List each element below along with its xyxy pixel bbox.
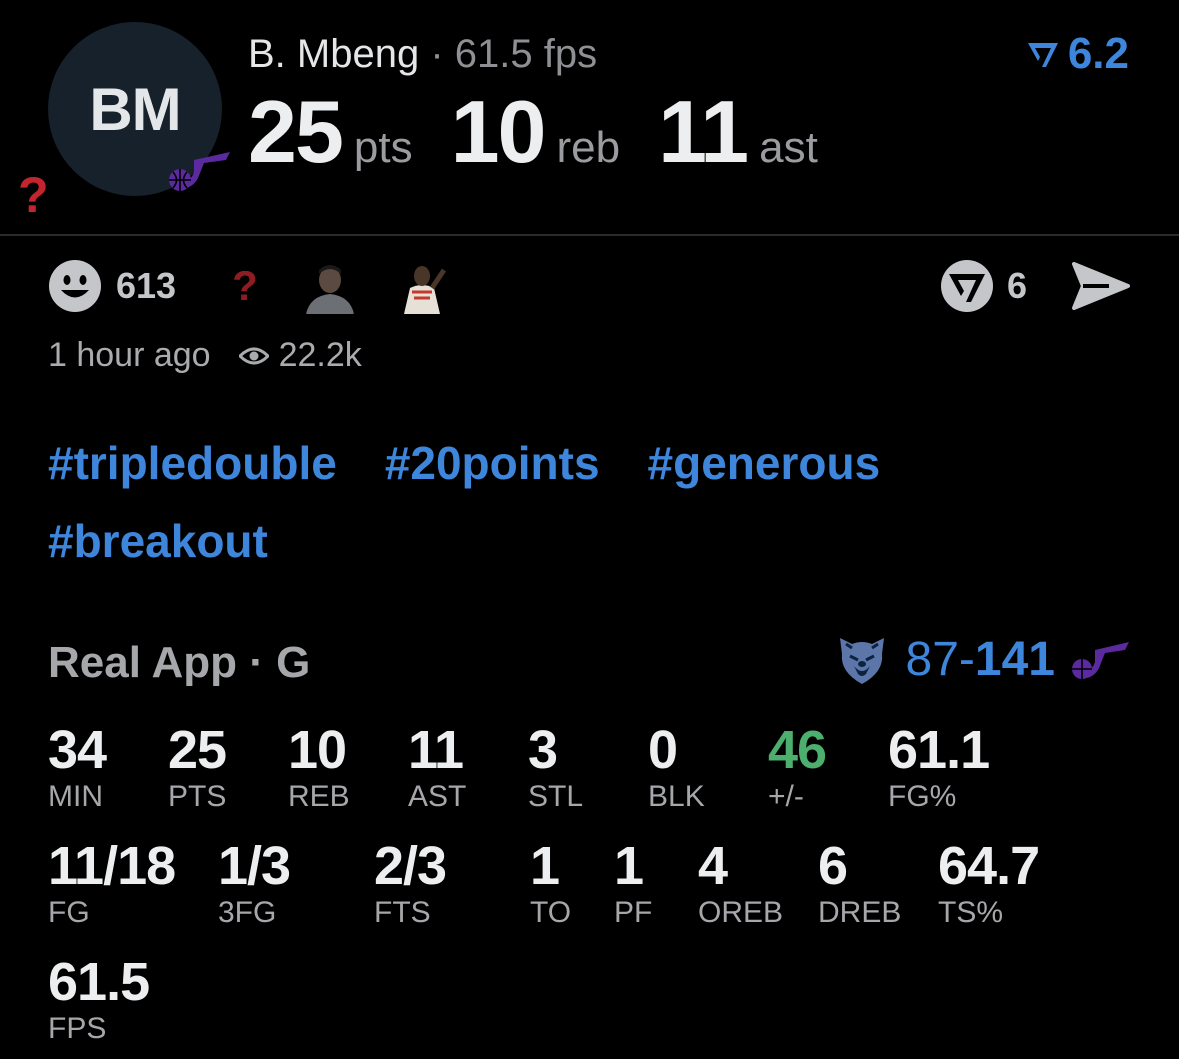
stat-fps: 61.5 FPS xyxy=(48,952,150,1046)
jazz-team-icon xyxy=(1072,642,1129,679)
stat-ts-pct-label: TS% xyxy=(938,896,1004,929)
user-avatar-icon[interactable] xyxy=(301,258,358,314)
stat-fps-value: 61.5 xyxy=(48,952,150,1012)
question-mark-icon: ? xyxy=(18,167,49,223)
headline-rebounds-unit: reb xyxy=(556,123,621,172)
stat-reb-value: 10 xyxy=(288,720,347,780)
stat-ast-value: 11 xyxy=(408,720,464,780)
stat-3fg: 1/3 3FG xyxy=(218,836,291,930)
fantasy-points: 61.5 fps xyxy=(454,32,598,76)
smiley-icon[interactable] xyxy=(48,259,102,313)
stat-plus-minus-label: +/- xyxy=(768,780,804,813)
stat-min-value: 34 xyxy=(48,720,107,780)
question-reaction-icon[interactable]: ? xyxy=(232,262,258,310)
stat-fg-value: 11/18 xyxy=(48,836,176,896)
verified-v-icon xyxy=(1027,43,1058,67)
headline-assists-value: 11 xyxy=(658,82,749,181)
post-time: 1 hour ago xyxy=(48,336,211,374)
stat-pf-value: 1 xyxy=(614,836,644,896)
jazz-logo-icon xyxy=(169,152,230,191)
stat-dreb-value: 6 xyxy=(818,836,848,896)
rating[interactable]: 6.2 xyxy=(1026,30,1129,78)
hashtag-generous[interactable]: #generous xyxy=(648,438,881,488)
stat-stl-value: 3 xyxy=(528,720,558,780)
reaction-count[interactable]: 613 xyxy=(116,265,176,307)
stat-reb: 10 REB xyxy=(288,720,350,814)
stat-pf: 1 PF xyxy=(614,836,652,930)
stat-3fg-label: 3FG xyxy=(218,896,277,929)
hashtag-tripledouble[interactable]: #tripledouble xyxy=(48,438,337,488)
stat-fg: 11/18 FG xyxy=(48,836,176,930)
headline-assists-unit: ast xyxy=(759,123,818,172)
stat-stl-label: STL xyxy=(528,780,584,813)
stat-fps-label: FPS xyxy=(48,1012,107,1045)
stat-dreb: 6 DREB xyxy=(818,836,901,930)
stat-ast-label: AST xyxy=(408,780,467,813)
stat-fts-label: FTS xyxy=(374,896,431,929)
headline-points-value: 25 xyxy=(248,82,344,181)
stat-fts-value: 2/3 xyxy=(374,836,447,896)
player-photo-icon[interactable] xyxy=(393,258,450,314)
stat-pf-label: PF xyxy=(614,896,653,929)
score-separator: - xyxy=(958,633,975,686)
stat-stl: 3 STL xyxy=(528,720,583,814)
stat-min: 34 MIN xyxy=(48,720,107,814)
headline-points-unit: pts xyxy=(353,123,413,172)
stat-ts-pct-value: 64.7 xyxy=(938,836,1040,896)
stat-pts: 25 PTS xyxy=(168,720,227,814)
player-name[interactable]: B. Mbeng xyxy=(248,32,419,76)
stat-min-label: MIN xyxy=(48,780,103,813)
stat-ts-pct: 64.7 TS% xyxy=(938,836,1040,930)
stat-fg-pct: 61.1 FG% xyxy=(888,720,990,814)
stat-ast: 11 AST xyxy=(408,720,466,814)
stat-fg-pct-label: FG% xyxy=(888,780,957,813)
reaction-row: 613 ? xyxy=(48,258,472,314)
stat-plus-minus: 46 +/- xyxy=(768,720,827,814)
stat-to-label: TO xyxy=(530,896,572,929)
stat-blk: 0 BLK xyxy=(648,720,705,814)
vote-count: 6 xyxy=(1006,265,1027,306)
stat-reb-label: REB xyxy=(288,780,350,813)
headline-stats: 25 pts 10 reb 11 ast xyxy=(248,84,856,180)
stat-fg-pct-value: 61.1 xyxy=(888,720,990,780)
eye-icon xyxy=(238,347,269,364)
divider xyxy=(0,234,1179,236)
stat-blk-label: BLK xyxy=(648,780,705,813)
stat-fts: 2/3 FTS xyxy=(374,836,447,930)
player-title: B. Mbeng · 61.5 fps xyxy=(248,30,597,78)
stat-fg-label: FG xyxy=(48,896,90,929)
stat-plus-minus-value: 46 xyxy=(768,720,827,780)
grizzlies-logo-icon xyxy=(839,638,884,684)
post-actions: 6 xyxy=(939,258,1131,314)
hashtag-20points[interactable]: #20points xyxy=(385,438,600,488)
avatar-initials: BM xyxy=(89,75,181,143)
separator: · xyxy=(430,32,444,76)
share-send-icon[interactable] xyxy=(1071,261,1131,311)
stat-to: 1 TO xyxy=(530,836,571,930)
stat-dreb-label: DREB xyxy=(818,896,902,929)
score-home: 141 xyxy=(974,633,1055,686)
stat-to-value: 1 xyxy=(530,836,560,896)
game-league-position: Real App · G xyxy=(48,638,311,687)
stat-pts-label: PTS xyxy=(168,780,227,813)
game-score[interactable]: 87-141 xyxy=(832,632,1131,688)
stat-blk-value: 0 xyxy=(648,720,678,780)
stat-oreb-value: 4 xyxy=(698,836,728,896)
hashtag-list: #tripledouble #20points #generous #break… xyxy=(48,438,1148,566)
stat-oreb-label: OREB xyxy=(698,896,784,929)
post-meta: 1 hour ago 22.2k xyxy=(48,336,362,375)
rating-value: 6.2 xyxy=(1067,29,1129,78)
score-text: 87-141 xyxy=(906,632,1055,688)
score-away: 87 xyxy=(905,633,959,686)
vote-v-icon[interactable] xyxy=(939,258,995,314)
hashtag-breakout[interactable]: #breakout xyxy=(48,516,268,566)
headline-rebounds-value: 10 xyxy=(450,82,547,181)
view-count: 22.2k xyxy=(278,336,362,374)
stat-pts-value: 25 xyxy=(168,720,227,780)
stat-oreb: 4 OREB xyxy=(698,836,783,930)
stat-3fg-value: 1/3 xyxy=(218,836,291,896)
